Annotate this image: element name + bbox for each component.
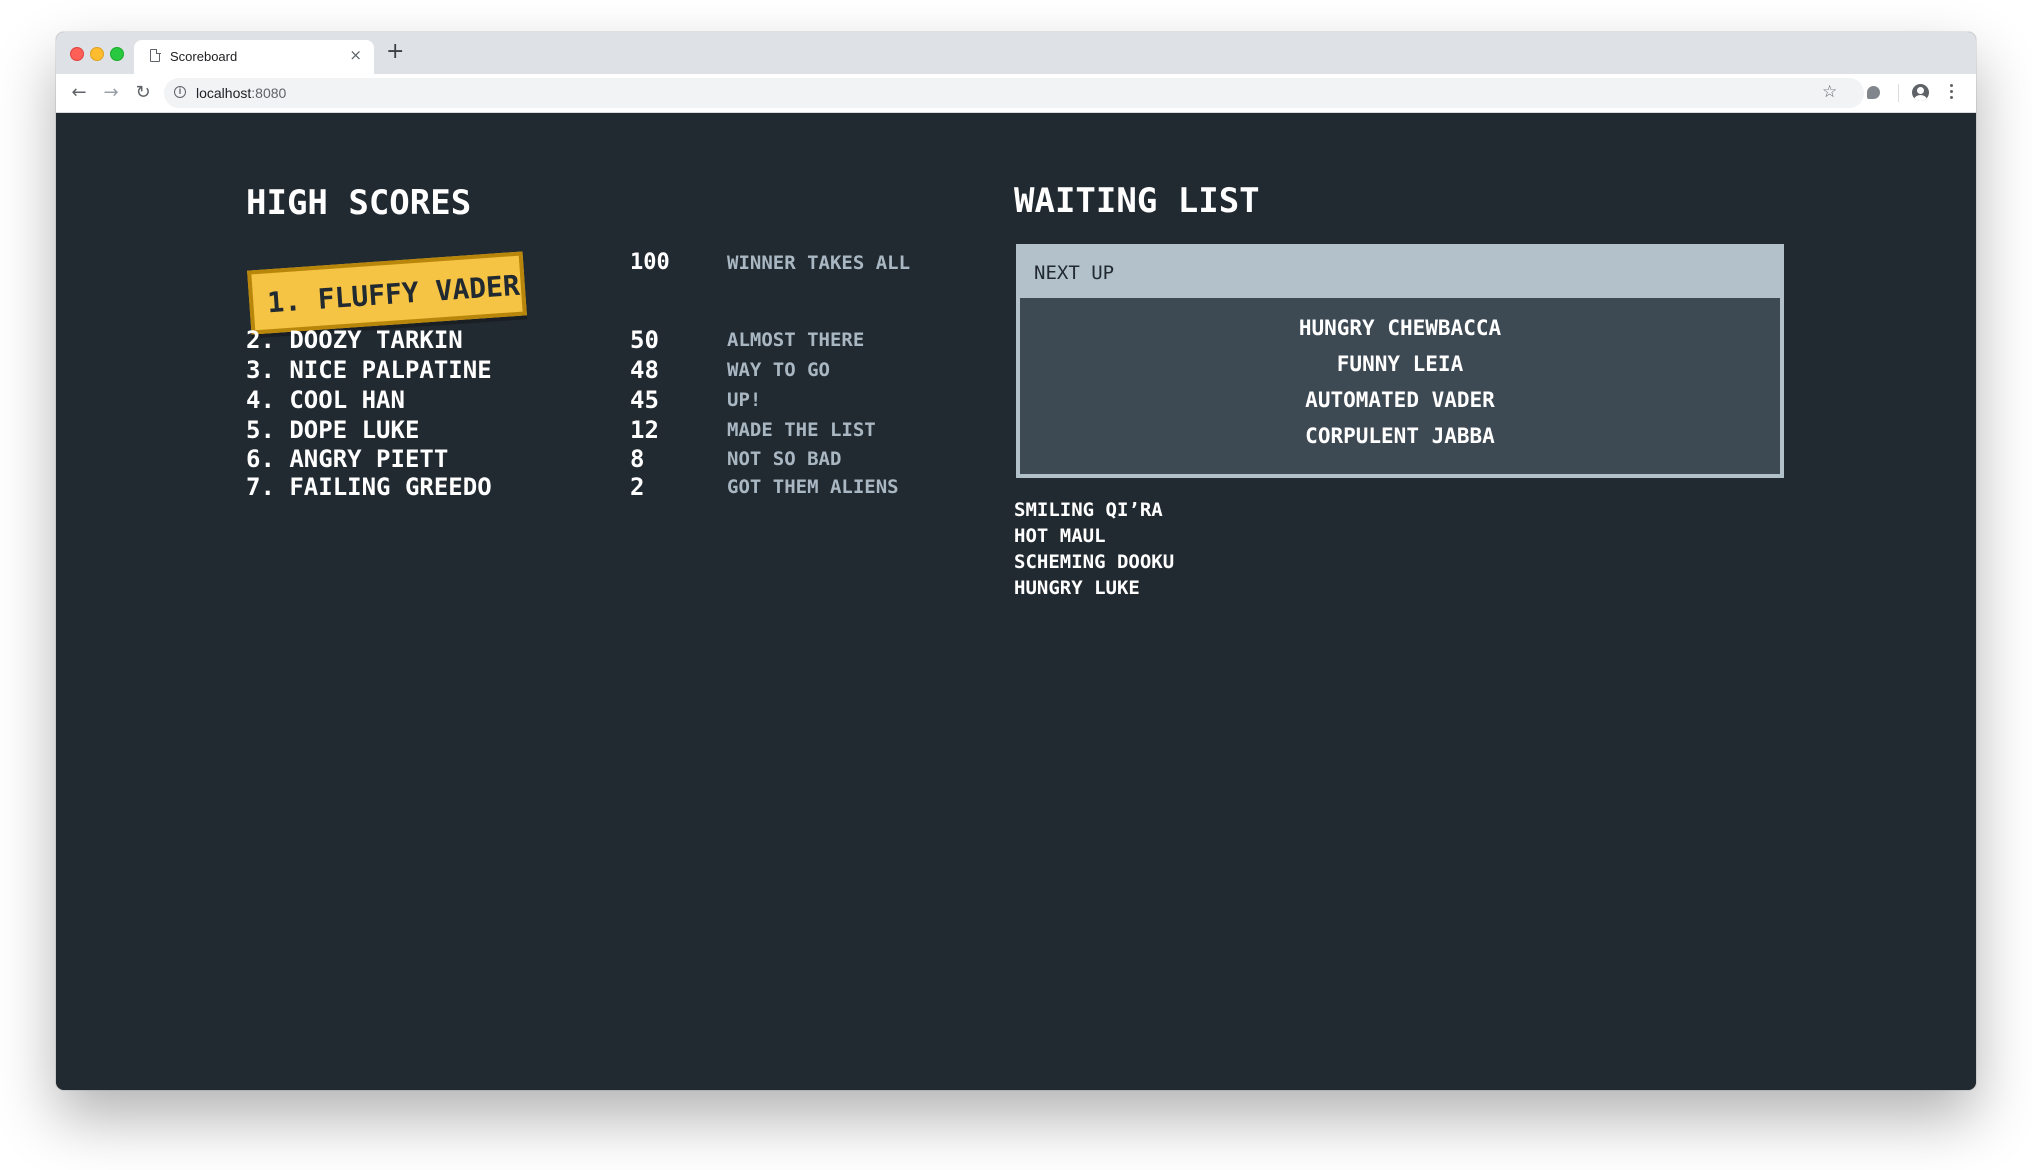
- player-name: 5. DOPE LUKE: [246, 416, 420, 444]
- waiting-list-title: WAITING LIST: [1014, 181, 1260, 221]
- player-comment: NOT SO BAD: [727, 448, 842, 470]
- next-up-header: NEXT UP: [1020, 248, 1780, 298]
- player-name: 4. COOL HAN: [246, 386, 405, 414]
- high-scores-title: HIGH SCORES: [246, 183, 472, 223]
- next-up-player: HUNGRY CHEWBACCA: [1298, 316, 1502, 340]
- queued-player: HOT MAUL: [1014, 525, 1106, 547]
- player-comment: GOT THEM ALIENS: [727, 476, 899, 498]
- back-arrow-icon[interactable]: ←: [66, 80, 92, 106]
- tab-strip: Scoreboard × +: [56, 32, 1976, 74]
- next-up-player: CORPULENT JABBA: [1305, 424, 1495, 448]
- waiting-queue: SMILING QI’RA HOT MAUL SCHEMING DOOKU HU…: [1014, 497, 1174, 601]
- winner-name: 1. FLUFFY VADER: [266, 268, 521, 320]
- player-points: 8: [630, 445, 645, 473]
- page-content: HIGH SCORES 1. FLUFFY VADER 100 WINNER T…: [56, 113, 1976, 1090]
- player-name: 3. NICE PALPATINE: [246, 356, 492, 384]
- winner-comment: WINNER TAKES ALL: [727, 252, 911, 274]
- info-icon[interactable]: i: [174, 86, 186, 98]
- url-text[interactable]: localhost:8080: [196, 85, 286, 101]
- address-bar[interactable]: i localhost:8080: [164, 78, 1864, 108]
- player-comment: MADE THE LIST: [727, 419, 876, 441]
- toolbar-divider: [1898, 84, 1899, 102]
- player-name: 2. DOOZY TARKIN: [246, 326, 463, 354]
- player-points: 50: [630, 326, 659, 354]
- close-tab-icon[interactable]: ×: [349, 47, 362, 63]
- player-points: 2: [630, 473, 645, 501]
- winner-points: 100: [630, 250, 670, 275]
- winner-badge: 1. FLUFFY VADER: [247, 251, 527, 335]
- player-comment: ALMOST THERE: [727, 329, 865, 351]
- player-points: 45: [630, 386, 659, 414]
- extension-icon[interactable]: [1867, 86, 1880, 99]
- player-name: 6. ANGRY PIETT: [246, 445, 449, 473]
- browser-toolbar: ← → ↻ i localhost:8080: [56, 74, 1976, 113]
- maximize-window-button[interactable]: [110, 47, 124, 61]
- next-up-panel: NEXT UP HUNGRY CHEWBACCA FUNNY LEIA AUTO…: [1016, 244, 1784, 478]
- player-comment: WAY TO GO: [727, 359, 830, 381]
- queued-player: HUNGRY LUKE: [1014, 577, 1140, 599]
- browser-window: Scoreboard × + ← → ↻ i localhost:8080 ☆ …: [56, 32, 1976, 1090]
- forward-arrow-icon[interactable]: →: [98, 80, 124, 106]
- player-points: 12: [630, 416, 659, 444]
- next-up-player: FUNNY LEIA: [1336, 352, 1464, 376]
- url-host: localhost: [196, 85, 252, 101]
- tab-scoreboard[interactable]: Scoreboard ×: [134, 40, 374, 74]
- queued-player: SCHEMING DOOKU: [1014, 551, 1175, 573]
- close-window-button[interactable]: [70, 47, 84, 61]
- new-tab-button[interactable]: +: [386, 40, 404, 64]
- tab-title: Scoreboard: [170, 49, 238, 64]
- queued-player: SMILING QI’RA: [1014, 499, 1163, 521]
- next-up-list: HUNGRY CHEWBACCA FUNNY LEIA AUTOMATED VA…: [1020, 310, 1780, 454]
- player-comment: UP!: [727, 389, 762, 411]
- next-up-label: NEXT UP: [1034, 262, 1115, 284]
- next-up-player: AUTOMATED VADER: [1305, 388, 1495, 412]
- reload-icon[interactable]: ↻: [130, 80, 156, 106]
- minimize-window-button[interactable]: [90, 47, 104, 61]
- more-menu-icon[interactable]: [1950, 84, 1954, 102]
- url-port: :8080: [251, 85, 287, 101]
- player-points: 48: [630, 356, 659, 384]
- document-icon: [150, 48, 161, 62]
- bookmark-star-icon[interactable]: ☆: [1822, 82, 1837, 102]
- profile-avatar-icon[interactable]: [1912, 84, 1929, 101]
- player-name: 7. FAILING GREEDO: [246, 473, 492, 501]
